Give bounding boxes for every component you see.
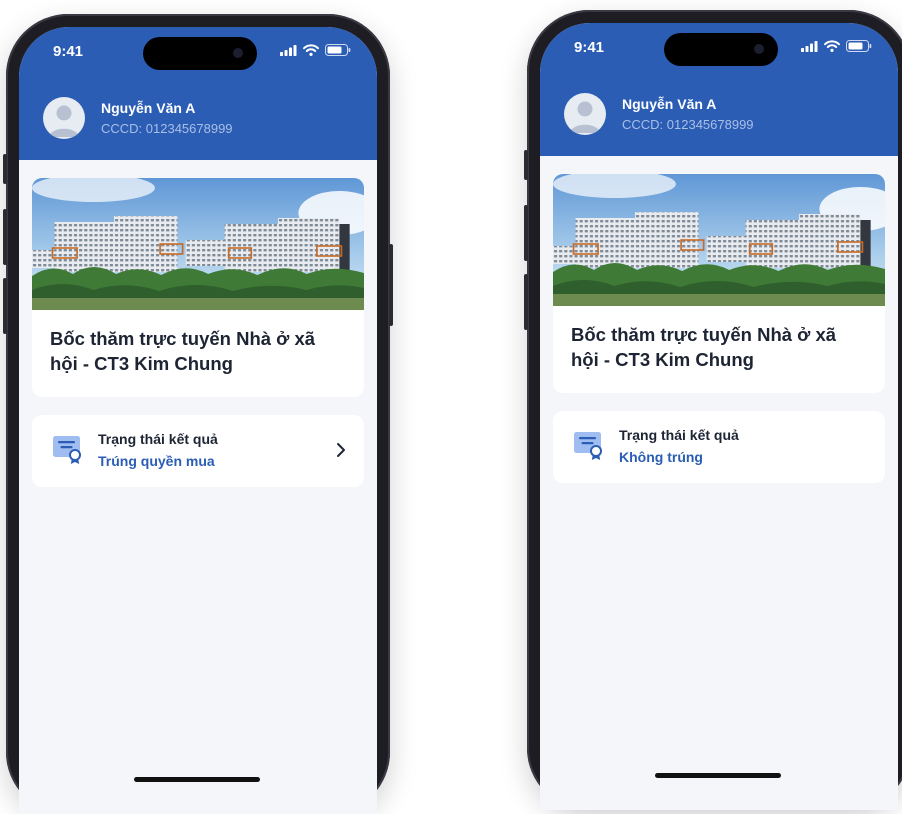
home-indicator[interactable] <box>134 777 260 782</box>
user-name: Nguyễn Văn A <box>622 96 717 112</box>
phone-frame-right: 9:41 Nguyễn Văn A CCCD: 012345678999 Bốc… <box>524 10 902 810</box>
status-time: 9:41 <box>574 39 605 56</box>
result-status-value: Trúng quyền mua <box>98 453 215 469</box>
project-image <box>553 174 885 306</box>
volume-up-button <box>524 205 528 261</box>
result-status-label: Trạng thái kết quả <box>619 427 739 443</box>
battery-icon <box>325 44 351 56</box>
signal-icon <box>801 40 818 52</box>
certificate-icon <box>53 436 81 464</box>
result-status-card: Trạng thái kết quả Không trúng <box>553 411 885 483</box>
silent-switch <box>524 150 528 180</box>
status-bar: 9:41 <box>540 33 898 66</box>
dynamic-island <box>664 33 778 66</box>
silent-switch <box>3 154 7 184</box>
power-button <box>389 244 393 326</box>
volume-up-button <box>3 209 7 265</box>
dynamic-island <box>143 37 257 70</box>
status-icons <box>280 44 351 56</box>
avatar-icon <box>49 105 79 137</box>
user-id-number: CCCD: 012345678999 <box>622 117 754 132</box>
project-card[interactable]: Bốc thăm trực tuyến Nhà ở xã hội - CT3 K… <box>32 178 364 397</box>
project-title: Bốc thăm trực tuyến Nhà ở xã hội - CT3 K… <box>571 324 837 370</box>
result-status-label: Trạng thái kết quả <box>98 431 218 447</box>
wifi-icon <box>303 44 319 56</box>
user-id-number: CCCD: 012345678999 <box>101 121 233 136</box>
battery-icon <box>846 40 872 52</box>
result-status-card[interactable]: Trạng thái kết quả Trúng quyền mua <box>32 415 364 487</box>
status-bar: 9:41 <box>19 37 377 70</box>
project-image <box>32 178 364 310</box>
project-card[interactable]: Bốc thăm trực tuyến Nhà ở xã hội - CT3 K… <box>553 174 885 393</box>
wifi-icon <box>824 40 840 52</box>
certificate-icon <box>574 432 602 460</box>
phone-frame-left: 9:41 Nguyễn Văn A CCCD: 012345678999 Bốc… <box>3 14 393 814</box>
home-indicator[interactable] <box>655 773 781 778</box>
chevron-right-icon[interactable] <box>336 442 346 458</box>
avatar[interactable] <box>564 93 606 135</box>
status-time: 9:41 <box>53 43 84 60</box>
user-name: Nguyễn Văn A <box>101 100 196 116</box>
camera-icon <box>754 44 764 54</box>
app-screen: 9:41 Nguyễn Văn A CCCD: 012345678999 Bốc… <box>19 27 377 814</box>
result-status-value: Không trúng <box>619 449 703 465</box>
status-icons <box>801 40 872 52</box>
signal-icon <box>280 44 297 56</box>
project-title: Bốc thăm trực tuyến Nhà ở xã hội - CT3 K… <box>50 328 316 374</box>
avatar-icon <box>570 101 600 133</box>
avatar[interactable] <box>43 97 85 139</box>
app-screen: 9:41 Nguyễn Văn A CCCD: 012345678999 Bốc… <box>540 23 898 810</box>
camera-icon <box>233 48 243 58</box>
volume-down-button <box>524 274 528 330</box>
volume-down-button <box>3 278 7 334</box>
app-header: 9:41 Nguyễn Văn A CCCD: 012345678999 <box>540 23 898 156</box>
app-header: 9:41 Nguyễn Văn A CCCD: 012345678999 <box>19 27 377 160</box>
